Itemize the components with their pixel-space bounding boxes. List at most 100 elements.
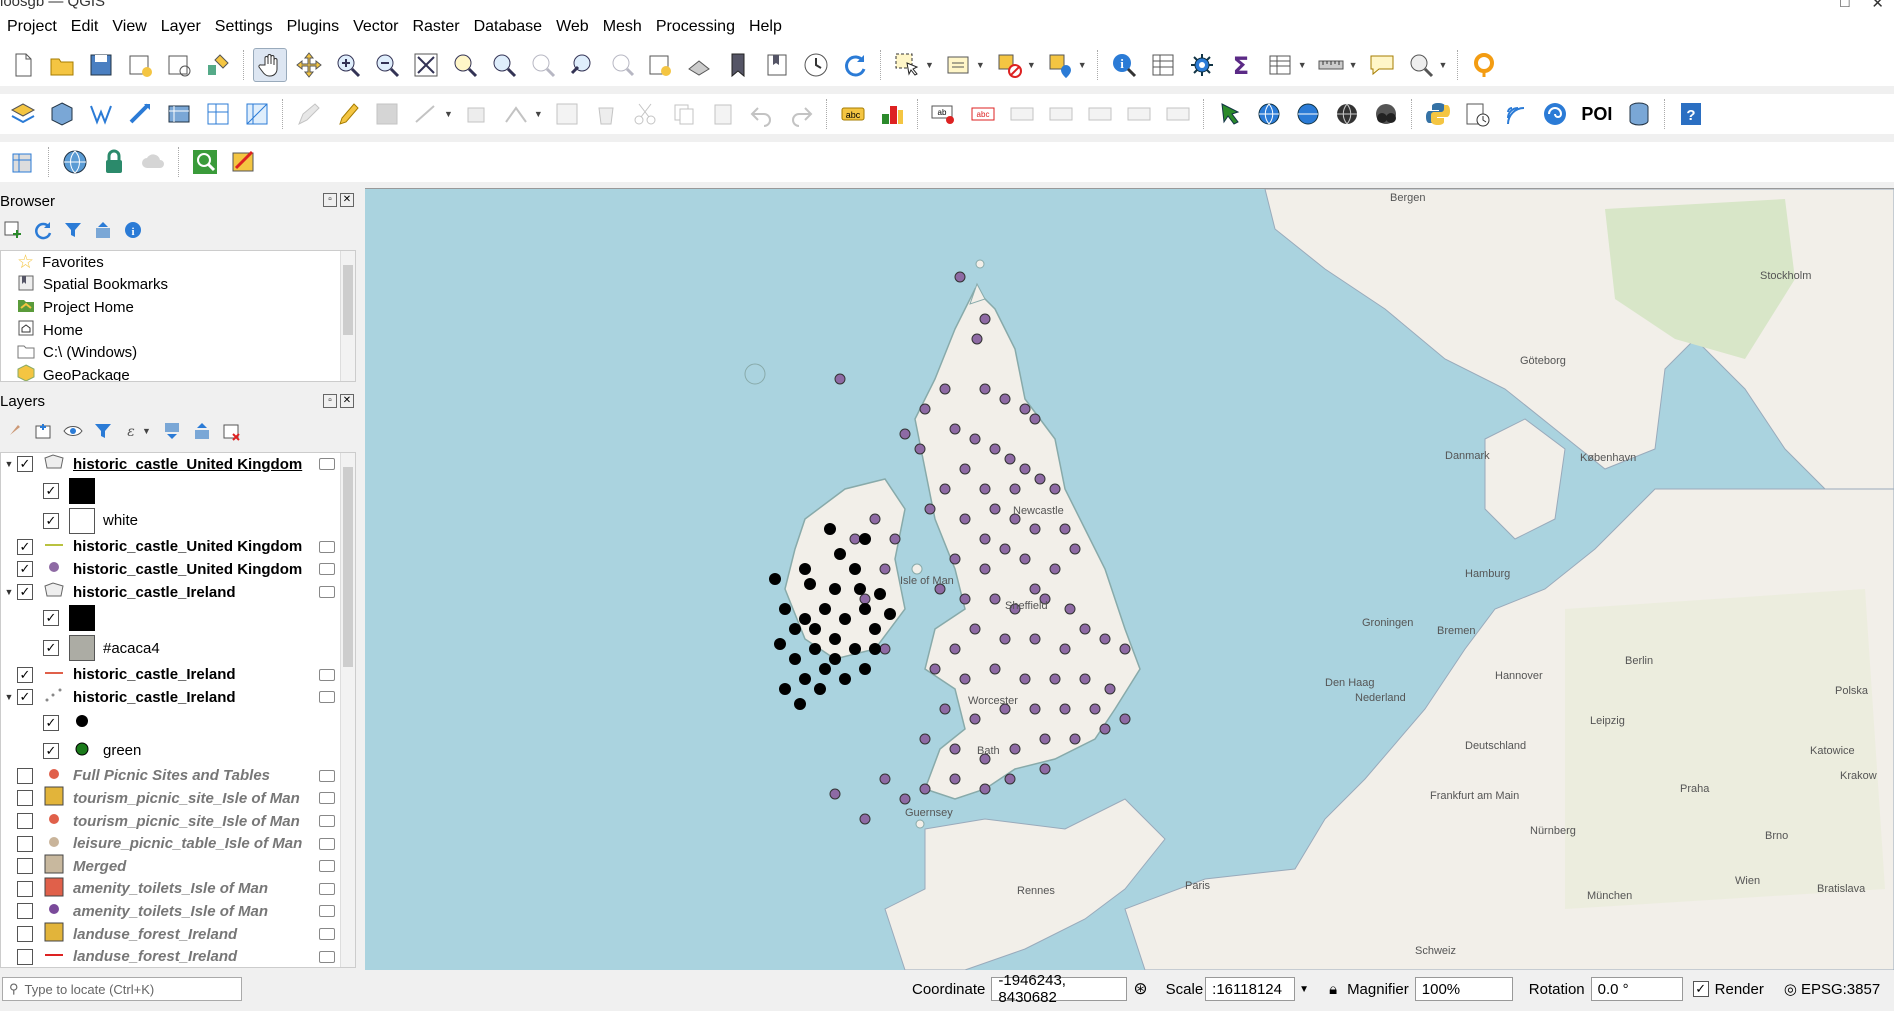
menu-view[interactable]: View [105, 18, 153, 36]
map-tips-icon[interactable] [1365, 48, 1399, 82]
map-canvas[interactable]: Bergen Stockholm Göteborg Danmark Københ… [365, 188, 1894, 970]
layer-row[interactable]: landuse_forest_Ireland [1, 945, 355, 967]
layer-indicator-icon[interactable] [319, 563, 335, 576]
zoom-to-selection-icon[interactable] [448, 48, 482, 82]
layer-visibility-checkbox[interactable] [17, 903, 33, 920]
pan-tool-icon[interactable] [253, 48, 287, 82]
chevron-down-icon[interactable]: ▼ [1027, 60, 1036, 70]
layer-row[interactable]: ▼ historic_castle_Ireland [1, 581, 355, 604]
quickmapservices-icon[interactable] [1213, 97, 1247, 131]
layer-row[interactable]: tourism_picnic_site_Isle of Man [1, 786, 355, 810]
info-icon[interactable]: i [122, 219, 144, 241]
browser-item-home[interactable]: Home [1, 319, 355, 342]
layer-indicator-icon[interactable] [319, 792, 335, 805]
layer-indicator-icon[interactable] [319, 905, 335, 918]
layout-manager-icon[interactable] [162, 48, 196, 82]
zoom-out-icon[interactable] [370, 48, 404, 82]
identify-features-icon[interactable]: i [1107, 48, 1141, 82]
layer-row[interactable]: tourism_picnic_site_Isle of Man [1, 810, 355, 833]
statistics-sigma-icon[interactable]: Σ [1224, 48, 1258, 82]
layer-indicator-icon[interactable] [319, 540, 335, 553]
toggle-editing-icon[interactable] [331, 97, 365, 131]
rotate-label-icon[interactable] [1083, 97, 1117, 131]
legend-checkbox[interactable] [43, 742, 59, 759]
select-features-icon[interactable] [890, 48, 924, 82]
chevron-down-icon[interactable]: ▼ [1078, 60, 1087, 70]
label-properties-icon[interactable] [1161, 97, 1195, 131]
processing-toolbox-icon[interactable] [1185, 48, 1219, 82]
layer-visibility-checkbox[interactable] [17, 456, 33, 473]
layer-row[interactable]: amenity_toilets_Isle of Man [1, 900, 355, 923]
new-print-layout-icon[interactable] [123, 48, 157, 82]
plugin-table-icon[interactable] [6, 145, 40, 179]
legend-row[interactable] [1, 476, 355, 506]
help-icon[interactable]: ? [1674, 97, 1708, 131]
layer-indicator-icon[interactable] [319, 882, 335, 895]
layer-visibility-checkbox[interactable] [17, 584, 33, 601]
new-spatialite-layer-icon[interactable] [123, 97, 157, 131]
layer-visibility-checkbox[interactable] [17, 948, 33, 965]
chevron-down-icon[interactable]: ▼ [534, 109, 543, 119]
vertex-tool-icon[interactable] [460, 97, 494, 131]
save-project-icon[interactable] [84, 48, 118, 82]
float-panel-icon[interactable]: ▫ [323, 193, 337, 207]
add-selected-layers-icon[interactable] [2, 219, 24, 241]
add-arcgis-layer-icon[interactable] [1330, 97, 1364, 131]
menu-web[interactable]: Web [549, 18, 596, 36]
chevron-down-icon[interactable]: ▼ [1298, 60, 1307, 70]
legend-row[interactable] [1, 709, 355, 737]
remove-layer-icon[interactable] [221, 420, 243, 442]
browser-item-project-home[interactable]: Project Home [1, 296, 355, 319]
poi-button[interactable]: POI [1577, 97, 1617, 131]
modify-attributes-icon[interactable] [499, 97, 533, 131]
pin-labels-icon[interactable]: ab [927, 97, 961, 131]
legend-checkbox[interactable] [43, 714, 59, 731]
filter-legend-icon[interactable] [92, 420, 114, 442]
maximize-button[interactable]: □ [1840, 0, 1849, 10]
menu-settings[interactable]: Settings [208, 18, 280, 36]
layer-row[interactable]: landuse_forest_Ireland [1, 922, 355, 946]
expand-all-icon[interactable] [161, 420, 183, 442]
save-edits-icon[interactable] [370, 97, 404, 131]
layer-visibility-checkbox[interactable] [17, 858, 33, 875]
render-checkbox[interactable] [1692, 981, 1709, 997]
menu-help[interactable]: Help [742, 18, 789, 36]
chevron-down-icon[interactable]: ▼ [142, 426, 151, 436]
filter-expression-icon[interactable]: ε [122, 420, 144, 442]
layer-indicator-icon[interactable] [319, 668, 335, 681]
menu-database[interactable]: Database [467, 18, 550, 36]
style-brush-icon[interactable] [2, 420, 24, 442]
new-map-view-icon[interactable] [643, 48, 677, 82]
legend-row[interactable]: #acaca4 [1, 633, 355, 663]
zoom-native-icon[interactable] [526, 48, 560, 82]
scale-field[interactable]: :16118124 [1205, 977, 1296, 1001]
layer-row[interactable]: ▼ historic_castle_Ireland [1, 686, 355, 709]
refresh-icon[interactable] [838, 48, 872, 82]
layer-row[interactable]: leisure_picnic_table_Isle of Man [1, 832, 355, 855]
collapse-all-icon[interactable] [92, 219, 114, 241]
layer-row[interactable]: Merged [1, 854, 355, 878]
copy-features-icon[interactable] [667, 97, 701, 131]
close-panel-icon[interactable]: ✕ [340, 193, 354, 207]
layer-row[interactable]: historic_castle_United Kingdom [1, 536, 355, 559]
lock-scale-icon[interactable]: 🔒︎ [1329, 981, 1337, 998]
layer-indicator-icon[interactable] [319, 860, 335, 873]
menu-layer[interactable]: Layer [154, 18, 208, 36]
legend-checkbox[interactable] [43, 610, 59, 627]
layer-visibility-checkbox[interactable] [17, 813, 33, 830]
layer-indicator-icon[interactable] [319, 769, 335, 782]
qgis-cloud-globe-icon[interactable] [58, 145, 92, 179]
new-temporary-layer-icon[interactable] [162, 97, 196, 131]
redo-icon[interactable] [784, 97, 818, 131]
close-panel-icon[interactable]: ✕ [340, 394, 354, 408]
layer-visibility-checkbox[interactable] [17, 666, 33, 683]
pan-to-selection-icon[interactable] [292, 48, 326, 82]
chevron-down-icon[interactable]: ▼ [444, 109, 453, 119]
show-hide-labels-icon[interactable] [1005, 97, 1039, 131]
current-edits-icon[interactable] [292, 97, 326, 131]
layer-row[interactable]: amenity_toilets_Isle of Man [1, 877, 355, 901]
chevron-down-icon[interactable]: ▼ [1299, 984, 1309, 995]
add-group-icon[interactable] [32, 420, 54, 442]
mouse-toggle-icon[interactable]: ⊛ [1133, 979, 1147, 999]
highlight-pinned-labels-icon[interactable]: abc [966, 97, 1000, 131]
